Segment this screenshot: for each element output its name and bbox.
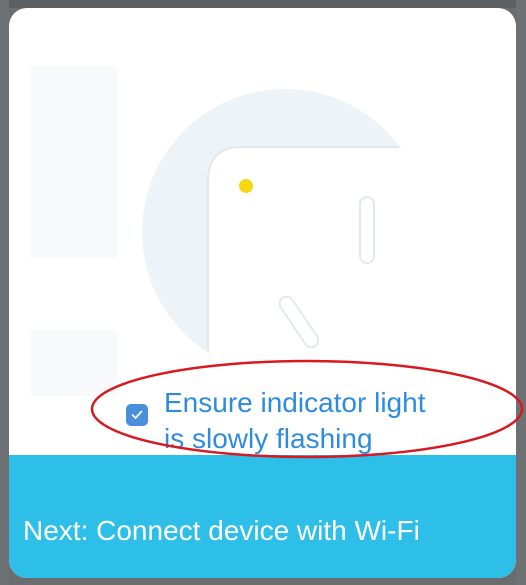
indicator-light-icon — [239, 179, 253, 193]
backdrop — [0, 0, 526, 8]
device-indicator-illustration — [142, 89, 428, 375]
backdrop — [516, 0, 526, 585]
app-screen: Ensure indicator light is slowly flashin… — [0, 0, 526, 585]
checkmark-icon — [131, 410, 143, 419]
device-setup-dialog: Ensure indicator light is slowly flashin… — [9, 8, 516, 578]
next-button-label: Next: Connect device with Wi-Fi — [23, 515, 420, 546]
backdrop — [0, 0, 9, 585]
indicator-confirm-label-line2: is slowly flashing — [164, 423, 373, 454]
indicator-confirm-row[interactable]: Ensure indicator light is slowly flashin… — [9, 382, 516, 462]
background-panel — [31, 66, 117, 258]
next-connect-wifi-button[interactable]: Next: Connect device with Wi-Fi — [9, 455, 516, 578]
indicator-confirm-label[interactable]: Ensure indicator light is slowly flashin… — [164, 385, 425, 457]
indicator-confirm-label-line1: Ensure indicator light — [164, 387, 426, 418]
indicator-confirm-checkbox[interactable] — [126, 404, 148, 426]
